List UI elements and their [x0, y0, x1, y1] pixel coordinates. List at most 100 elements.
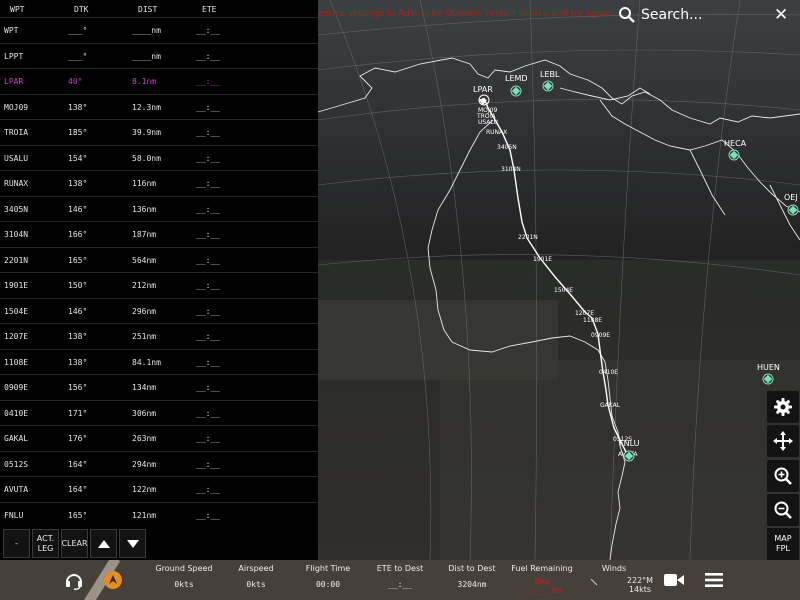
search-button[interactable]: Search... — [618, 6, 702, 23]
ground-speed-label: Ground Speed — [155, 564, 213, 573]
waypoint-ete: __:__ — [196, 434, 221, 443]
waypoint-row[interactable]: 1901E 150° 212nm __:__ — [0, 272, 318, 298]
gear-icon — [774, 398, 792, 416]
hamburger-menu-icon[interactable] — [704, 572, 724, 588]
fuel-remaining-label: Fuel Remaining — [511, 564, 573, 573]
waypoint-row[interactable]: FNLU 165° 121nm __:__ — [0, 501, 318, 528]
waypoint-row[interactable]: 0909E 156° 134nm __:__ — [0, 374, 318, 400]
route-label: 1901E — [533, 256, 552, 263]
video-camera-icon[interactable] — [664, 572, 684, 588]
waypoint-row[interactable]: LPPT ___° ____nm __:__ — [0, 42, 318, 69]
route-label: 1504E — [554, 287, 573, 294]
fpl-label: FPL — [776, 544, 790, 553]
airport-label: HECA — [724, 139, 747, 148]
route-label: GAKAL — [600, 402, 621, 409]
move-down-button[interactable] — [119, 529, 146, 558]
waypoint-row[interactable]: 1504E 146° 296nm __:__ — [0, 297, 318, 324]
waypoint-row[interactable]: 3405N 146° 136nm __:__ — [0, 195, 318, 222]
zoom-out-button[interactable] — [767, 494, 799, 526]
airport-label: LEBL — [540, 70, 560, 79]
clear-label: CLEAR — [61, 538, 88, 548]
map-fpl-toggle-button[interactable]: MAP FPL — [767, 528, 799, 560]
settings-button[interactable] — [767, 391, 799, 423]
column-header-dtk: DTK — [74, 5, 89, 14]
route-label: USALU — [478, 119, 498, 126]
waypoint-ete: __:__ — [196, 153, 221, 163]
waypoint-wpt: WPT — [4, 26, 19, 35]
ete-to-dest-label: ETE to Dest — [376, 564, 424, 573]
waypoint-row[interactable]: 1207E 138° 251nm __:__ — [0, 323, 318, 349]
waypoint-ete: __:__ — [196, 230, 221, 239]
triangle-up-icon — [97, 539, 110, 548]
zoom-in-button[interactable] — [767, 460, 799, 492]
waypoint-wpt: 0512S — [4, 459, 29, 469]
airport-label: LPAR — [473, 85, 493, 94]
close-icon[interactable]: ✕ — [774, 7, 788, 24]
ete-to-dest-value: __:__ — [387, 580, 413, 589]
dist-to-dest-label: Dist to Dest — [448, 564, 496, 573]
ground-speed-value: 0kts — [174, 580, 194, 589]
column-header-wpt: WPT — [10, 5, 25, 14]
waypoint-ete: __:__ — [196, 26, 221, 35]
waypoint-row[interactable]: AVUTA 164° 122nm __:__ — [0, 476, 318, 502]
route-label: 3104N — [501, 166, 521, 173]
waypoint-dtk: ___° — [68, 26, 88, 35]
waypoint-ete: __:__ — [196, 485, 221, 494]
waypoint-row[interactable]: 2201N 165° 564nm __:__ — [0, 246, 318, 273]
waypoint-dist: 84.1nm — [132, 357, 161, 367]
waypoint-dtk: 171° — [68, 408, 88, 418]
waypoint-dist: 263nm — [132, 434, 157, 443]
remove-waypoint-button[interactable]: - — [3, 529, 30, 558]
waypoint-dist: 251nm — [132, 332, 157, 341]
waypoint-dist: 39.9nm — [132, 128, 161, 137]
waypoint-ete: __:__ — [196, 179, 221, 188]
flight-plan-toolbar: - ACT. LEG CLEAR — [0, 528, 318, 560]
waypoint-row-active[interactable]: LPAR 40° 8.1nm __:__ — [0, 68, 318, 94]
atc-radar-icon[interactable] — [104, 571, 122, 589]
waypoint-row[interactable]: WPT ___° ____nm __:__ — [0, 17, 318, 43]
activate-leg-button[interactable]: ACT. LEG — [32, 529, 59, 558]
waypoint-ete: __:__ — [196, 102, 221, 112]
waypoint-ete: __:__ — [196, 306, 221, 316]
waypoint-row[interactable]: 0410E 171° 306nm __:__ — [0, 399, 318, 426]
clear-button[interactable]: CLEAR — [61, 529, 88, 558]
wind-arrow-icon — [590, 578, 598, 586]
waypoint-dist: 58.0nm — [132, 153, 161, 163]
waypoint-wpt: 1207E — [4, 332, 29, 341]
headset-icon[interactable] — [64, 570, 84, 590]
route-label: 1108E — [583, 317, 602, 324]
waypoint-row[interactable]: GAKAL 176° 263nm __:__ — [0, 425, 318, 451]
waypoint-wpt: 3405N — [4, 204, 29, 214]
waypoint-dist: 134nm — [132, 383, 157, 392]
waypoint-wpt: 1108E — [4, 357, 29, 367]
pan-button[interactable] — [767, 425, 799, 457]
waypoint-row[interactable]: USALU 154° 58.0nm __:__ — [0, 144, 318, 171]
act-leg-label-2: LEG — [37, 543, 54, 553]
waypoint-ete: __:__ — [196, 204, 221, 214]
waypoint-row[interactable]: MOJ09 138° 12.3nm __:__ — [0, 93, 318, 120]
waypoint-dtk: 185° — [68, 128, 88, 137]
airport-label: HUEN — [757, 363, 780, 372]
move-up-button[interactable] — [90, 529, 117, 558]
flight-plan-header: WPT DTK DIST ETE — [0, 0, 318, 18]
waypoint-row[interactable]: 3104N 166° 187nm __:__ — [0, 221, 318, 247]
winds-speed: 14kts — [628, 585, 652, 594]
waypoint-row[interactable]: RUNAX 138° 116nm __:__ — [0, 170, 318, 196]
waypoint-dtk: ___° — [68, 51, 88, 61]
waypoint-ete: __:__ — [196, 408, 221, 418]
airport-label: FNLU — [619, 439, 640, 448]
waypoint-row[interactable]: 0512S 164° 294nm __:__ — [0, 450, 318, 477]
winds-value: 222°M 14kts — [627, 576, 653, 594]
route-label: 3405N — [497, 144, 517, 151]
map-label: MAP — [774, 534, 792, 543]
waypoint-dist: 296nm — [132, 306, 157, 316]
waypoint-row[interactable]: 1108E 138° 84.1nm __:__ — [0, 348, 318, 375]
waypoint-dist: 136nm — [132, 204, 157, 214]
waypoint-wpt: GAKAL — [4, 434, 29, 443]
waypoint-row[interactable]: TROIA 185° 39.9nm __:__ — [0, 119, 318, 145]
winds-label: Winds — [601, 564, 627, 573]
route-label: 2201N — [518, 234, 538, 241]
waypoint-wpt: 1504E — [4, 306, 29, 316]
waypoint-dtk: 150° — [68, 281, 88, 290]
waypoint-wpt: MOJ09 — [4, 102, 29, 112]
